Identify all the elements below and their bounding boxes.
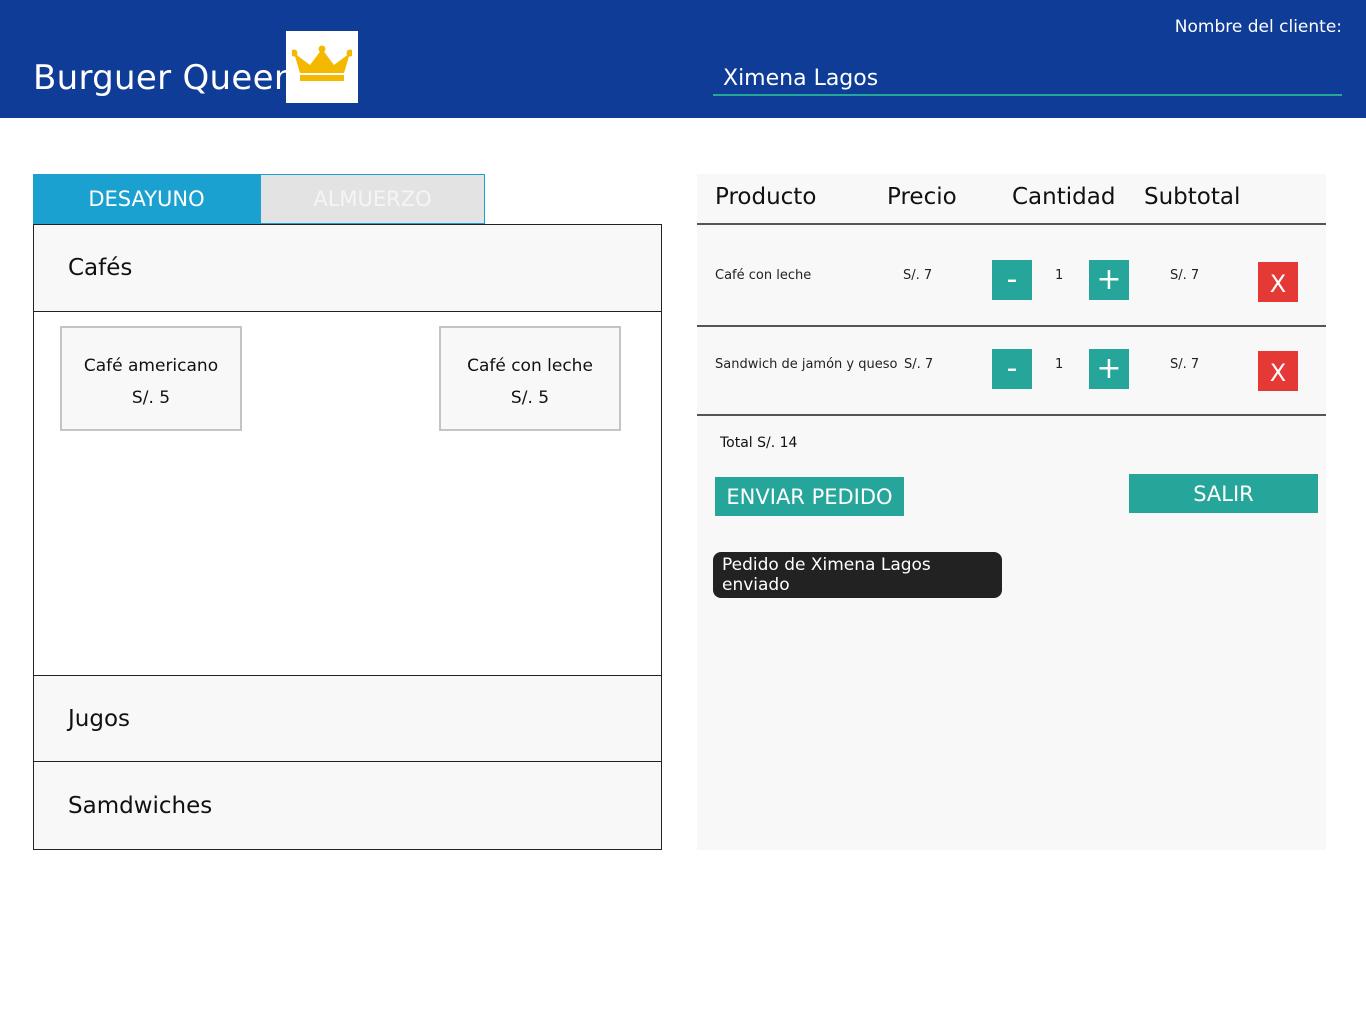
column-header-producto: Producto — [715, 184, 817, 210]
divider — [697, 223, 1326, 225]
send-order-button[interactable]: ENVIAR PEDIDO — [715, 477, 904, 516]
increment-button[interactable]: + — [1089, 349, 1129, 389]
tab-desayuno[interactable]: DESAYUNO — [33, 174, 260, 224]
menu-panel: Cafés Café americano S/. 5 Café con lech… — [33, 224, 662, 850]
order-row-price: S/. 7 — [903, 268, 933, 283]
column-header-precio: Precio — [887, 184, 957, 210]
order-row-qty: 1 — [1055, 357, 1064, 372]
product-price: S/. 5 — [510, 388, 550, 408]
divider — [697, 325, 1326, 327]
order-panel: Producto Precio Cantidad Subtotal Café c… — [697, 174, 1326, 850]
crown-icon — [290, 45, 354, 90]
order-total: Total S/. 14 — [720, 435, 798, 451]
order-row-subtotal: S/. 7 — [1170, 357, 1200, 372]
tab-almuerzo[interactable]: ALMUERZO — [260, 174, 485, 224]
order-row-price: S/. 7 — [904, 357, 934, 372]
app-title: Burguer Queen — [33, 58, 296, 98]
product-name: Café americano — [83, 356, 219, 376]
column-header-cantidad: Cantidad — [1012, 184, 1116, 210]
order-sent-toast: Pedido de Ximena Lagos enviado — [713, 552, 1002, 598]
exit-button[interactable]: SALIR — [1129, 474, 1318, 513]
remove-item-button[interactable]: X — [1258, 262, 1298, 302]
app-header: Burguer Queen Nombre del cliente: — [0, 0, 1366, 118]
logo — [286, 31, 358, 103]
category-sandwiches[interactable]: Samdwiches — [34, 762, 661, 849]
order-row-product: Sandwich de jamón y queso — [715, 357, 898, 372]
product-card-cafe-con-leche[interactable]: Café con leche S/. 5 — [439, 326, 621, 431]
category-jugos[interactable]: Jugos — [34, 675, 661, 762]
order-row-subtotal: S/. 7 — [1170, 268, 1200, 283]
order-row-product: Café con leche — [715, 268, 812, 283]
order-row-qty: 1 — [1055, 268, 1064, 283]
product-price: S/. 5 — [131, 388, 171, 408]
decrement-button[interactable]: - — [992, 349, 1032, 389]
client-name-label: Nombre del cliente: — [1174, 17, 1342, 37]
client-name-input[interactable] — [713, 62, 1342, 96]
decrement-button[interactable]: - — [992, 260, 1032, 300]
remove-item-button[interactable]: X — [1258, 351, 1298, 391]
column-header-subtotal: Subtotal — [1144, 184, 1241, 210]
increment-button[interactable]: + — [1089, 260, 1129, 300]
product-name: Café con leche — [467, 356, 593, 376]
product-card-cafe-americano[interactable]: Café americano S/. 5 — [60, 326, 242, 431]
category-cafes[interactable]: Cafés — [34, 225, 661, 312]
divider — [697, 414, 1326, 416]
